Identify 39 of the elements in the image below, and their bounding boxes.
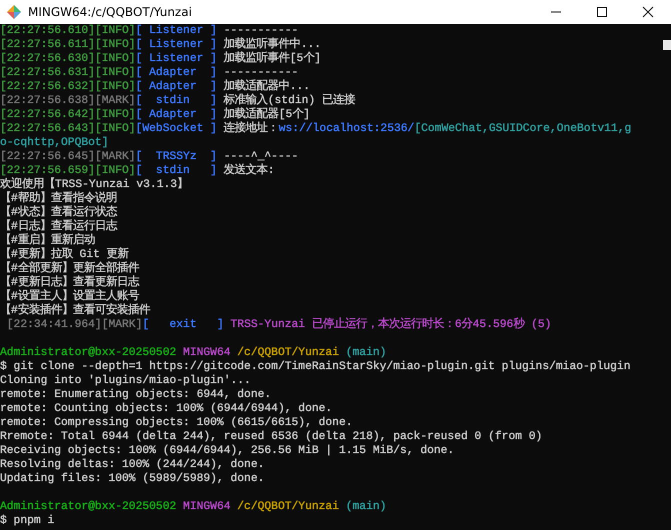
terminal-line: Updating files: 100% (5989/5989), done. bbox=[0, 472, 266, 486]
terminal-line: [22:27:56.632][INFO][ Adapter ] 加载适配器中... bbox=[0, 80, 312, 94]
terminal-line: $ pnpm i bbox=[0, 514, 56, 528]
terminal-line: 【#重启】重新启动 bbox=[0, 234, 96, 247]
window-title: MINGW64:/c/QQBOT/Yunzai bbox=[28, 5, 192, 19]
terminal-line: 【#更新】拉取 Git 更新 bbox=[0, 248, 130, 261]
terminal-line: 【#状态】查看运行状态 bbox=[0, 206, 118, 220]
terminal-line: [22:27:56.631][INFO][ Adapter ] ----------- bbox=[0, 66, 300, 80]
terminal-line: [22:27:56.630][INFO][ Listener ] 加载监听事件[5个] bbox=[0, 52, 322, 66]
terminal-line: Receiving objects: 100% (6944/6944), 256.56 MiB | 1.15 MiB/s, done. bbox=[0, 444, 456, 458]
scrollbar[interactable] bbox=[663, 40, 671, 50]
terminal-line: remote: Counting objects: 100% (6944/6944), done. bbox=[0, 402, 334, 416]
terminal-line: [22:27:56.643][INFO][WebSocket ] 连接地址：ws://localhost:2536/[ComWeChat,GSUIDCore,OneBotv11,g bbox=[0, 122, 632, 136]
diamond-icon bbox=[6, 4, 22, 20]
terminal-line: [22:27:56.659][INFO][ stdin ] 发送文本: bbox=[0, 164, 276, 177]
terminal-line: 【#更新日志】查看更新日志 bbox=[0, 276, 140, 289]
terminal-line: Administrator@bxx-20250502 MINGW64 /c/QQBOT/Yunzai (main) bbox=[0, 346, 388, 360]
terminal-line: [22:27:56.610][INFO][ Listener ] ----------- bbox=[0, 24, 300, 38]
terminal-line: [22:27:56.645][MARK][ TRSSYz ] ----^_^---- bbox=[0, 150, 300, 164]
terminal-line: o-cqhttp,OPQBot] bbox=[0, 136, 110, 150]
terminal-line: remote: Compressing objects: 100% (6615/6615), done. bbox=[0, 416, 354, 430]
terminal-line: Administrator@bxx-20250502 MINGW64 /c/QQBOT/Yunzai (main) bbox=[0, 500, 388, 514]
terminal-line: [22:27:56.638][MARK][ stdin ] 标准输入(stdin) 已连接 bbox=[0, 94, 356, 108]
terminal-line: Cloning into 'plugins/miao-plugin'... bbox=[0, 374, 252, 388]
terminal-line: remote: Enumerating objects: 6944, done. bbox=[0, 388, 272, 402]
maximize-icon bbox=[596, 6, 608, 18]
terminal-line: 【#安装插件】查看可安装插件 bbox=[0, 304, 152, 318]
terminal-line: 【#帮助】查看指令说明 bbox=[0, 192, 118, 206]
terminal-line: [22:27:56.642][INFO][ Adapter ] 加载适配器[5个] bbox=[0, 108, 312, 122]
terminal-line: Rremote: Total 6944 (delta 244), reused 6536 (delta 218), pack-reused 0 (from 0) bbox=[0, 430, 544, 444]
terminal-line: 【#日志】查看运行日志 bbox=[0, 220, 118, 233]
terminal-line: $ git clone --depth=1 https://gitcode.com/TimeRainStarSky/miao-plugin.git plugins/miao-plugin bbox=[0, 360, 632, 374]
terminal-line: [22:27:56.611][INFO][ Listener ] 加载监听事件中... bbox=[0, 38, 322, 52]
terminal-line: 【#全部更新】更新全部插件 bbox=[0, 262, 140, 275]
close-icon bbox=[642, 6, 654, 18]
terminal-line: Resolving deltas: 100% (244/244), done. bbox=[0, 458, 266, 472]
terminal-line: 欢迎使用【TRSS-Yunzai v3.1.3】 bbox=[0, 178, 190, 192]
terminal-line: 【#设置主人】设置主人账号 bbox=[0, 290, 140, 304]
terminal-line: [22:34:41.964][MARK][ exit ] TRSS-Yunzai 已停止运行，本次运行时长：6分45.596秒 (5) bbox=[6, 318, 552, 332]
